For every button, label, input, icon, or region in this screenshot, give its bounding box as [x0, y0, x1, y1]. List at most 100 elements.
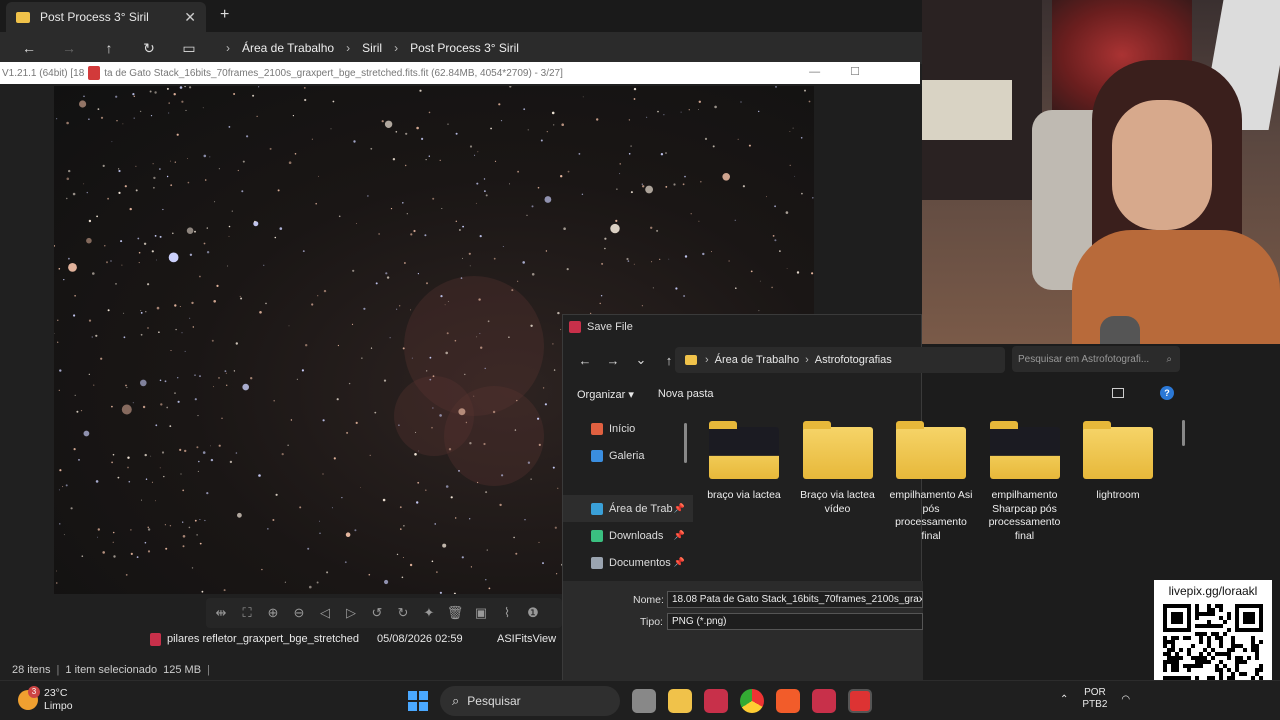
- organize-menu[interactable]: Organizar ▾: [577, 388, 634, 401]
- view-mode-icon[interactable]: [1112, 388, 1124, 398]
- folder-item[interactable]: braço via lactea: [701, 419, 787, 503]
- siril-image-toolbar: ⇹ ⛶ ⊕ ⊖ ◁ ▷ ↺ ↻ ✦ 🗑 ▣ ⌇ ❶: [206, 598, 562, 628]
- windows-start-icon[interactable]: [408, 691, 428, 711]
- breadcrumb-desktop[interactable]: Área de Trabalho: [242, 41, 334, 55]
- chrome-icon[interactable]: [740, 689, 764, 713]
- folder-item[interactable]: empilhamento Asi pós processamento final: [888, 419, 974, 543]
- taskbar-search[interactable]: ⌕ Pesquisar: [440, 686, 620, 716]
- help-icon[interactable]: ?: [1160, 386, 1174, 400]
- new-tab-button[interactable]: +: [220, 6, 229, 24]
- dialog-toolbar: Organizar ▾ Nova pasta: [563, 381, 921, 407]
- siril-app-icon: [88, 66, 101, 80]
- folder-label: empilhamento Asi pós processamento final: [889, 489, 973, 542]
- folder-grid: braço via lactea Braço via lactea vídeo em…: [701, 419, 1201, 579]
- search-icon: ⌕: [452, 693, 460, 708]
- dialog-search-input[interactable]: Pesquisar em Astrofotografi... ⌕: [1012, 346, 1180, 372]
- breadcrumb-siril[interactable]: Siril: [362, 41, 382, 55]
- breadcrumb-post-process[interactable]: Post Process 3° Siril: [410, 41, 519, 55]
- wifi-icon[interactable]: ◠: [1121, 694, 1130, 705]
- folder-icon: [1083, 421, 1153, 479]
- forward-arrow-icon[interactable]: →: [601, 353, 625, 368]
- item-count: 28 itens: [12, 664, 51, 676]
- back-arrow-icon[interactable]: ←: [14, 40, 44, 56]
- dialog-title: Save File: [587, 321, 633, 333]
- chevron-right-icon: ›: [705, 354, 709, 366]
- previous-icon[interactable]: ◁: [316, 604, 334, 622]
- folder-label: lightroom: [1096, 489, 1140, 501]
- up-arrow-icon[interactable]: ↑: [94, 40, 124, 56]
- chevron-down-icon[interactable]: ⌄: [629, 352, 653, 368]
- siril-file-title: ta de Gato Stack_16bits_70frames_2100s_g…: [104, 67, 563, 79]
- fit-window-icon[interactable]: ⛶: [238, 604, 256, 622]
- selection-count: 1 item selecionado: [65, 664, 158, 676]
- sidebar-item-label: Área de Trab: [609, 502, 673, 515]
- weather-widget[interactable]: 3 23°C Limpo: [18, 686, 73, 713]
- file-type: ASIFitsView: [497, 633, 557, 645]
- fit-width-icon[interactable]: ⇹: [212, 604, 230, 622]
- number-one-icon[interactable]: ❶: [524, 604, 542, 622]
- filename-field[interactable]: 18.08 Pata de Gato Stack_16bits_70frames…: [667, 591, 923, 608]
- sidebar-item[interactable]: Galeria: [563, 442, 693, 469]
- folder-icon: [802, 421, 873, 479]
- rotate-left-icon[interactable]: ↺: [368, 604, 386, 622]
- trash-icon[interactable]: 🗑: [446, 604, 464, 622]
- dialog-titlebar: Save File: [563, 315, 921, 339]
- tab-post-process[interactable]: Post Process 3° Siril ✕: [6, 2, 206, 32]
- location-icon: [591, 529, 603, 542]
- folder-label: Braço via lactea vídeo: [800, 489, 875, 515]
- save-icon[interactable]: ▣: [472, 604, 490, 622]
- navigation-bar: ← → ↑ ↻ ▭ › Área de Trabalho › Siril › P…: [0, 32, 922, 64]
- taskbar-apps: ⌕ Pesquisar: [408, 685, 872, 717]
- sidebar-item[interactable]: Área de Trab 📌: [563, 495, 693, 522]
- filename-label: Nome:: [633, 594, 664, 606]
- sidebar-scrollbar[interactable]: [684, 423, 687, 463]
- zoom-out-icon[interactable]: ⊖: [290, 604, 308, 622]
- next-icon[interactable]: ▷: [342, 604, 360, 622]
- forward-arrow-icon[interactable]: →: [54, 40, 84, 56]
- tab-title: Post Process 3° Siril: [40, 10, 149, 24]
- folder-item[interactable]: lightroom: [1075, 419, 1161, 503]
- sidebar-item-label: Documentos: [609, 556, 671, 569]
- sidebar-item[interactable]: Início: [563, 415, 693, 442]
- back-arrow-icon[interactable]: ←: [573, 353, 597, 368]
- file-explorer-icon[interactable]: [668, 689, 692, 713]
- folder-icon: [685, 355, 697, 365]
- window-controls[interactable]: —☐: [809, 65, 890, 78]
- address-bar[interactable]: › Área de Trabalho › Astrofotografias: [675, 347, 1005, 373]
- qr-url: livepix.gg/loraakl: [1168, 584, 1258, 598]
- chart-icon[interactable]: ⌇: [498, 604, 516, 622]
- sidebar-item-label: Início: [609, 422, 636, 435]
- folder-item[interactable]: Braço via lactea vídeo: [795, 419, 881, 516]
- brave-icon[interactable]: [776, 689, 800, 713]
- folder-label: empilhamento Sharpcap pós processamento …: [988, 489, 1061, 542]
- monitor-icon[interactable]: ▭: [174, 40, 204, 57]
- tab-bar: Post Process 3° Siril ✕ +: [0, 0, 922, 32]
- task-view-icon[interactable]: [632, 689, 656, 713]
- sidebar-item[interactable]: Documentos 📌: [563, 549, 693, 576]
- fits-app-icon[interactable]: [812, 689, 836, 713]
- chevron-up-icon[interactable]: ⌃: [1060, 694, 1068, 705]
- siril-taskbar-icon[interactable]: [848, 689, 872, 713]
- files-scrollbar[interactable]: [1182, 420, 1185, 446]
- language-indicator[interactable]: POR PTB2: [1082, 687, 1107, 711]
- close-tab-icon[interactable]: ✕: [184, 9, 196, 26]
- list-item[interactable]: pilares refletor_graxpert_bge_stretched …: [140, 630, 560, 648]
- zoom-in-icon[interactable]: ⊕: [264, 604, 282, 622]
- folder-item[interactable]: empilhamento Sharpcap pós processamento …: [982, 419, 1068, 543]
- webcam-overlay: [922, 0, 1280, 344]
- dialog-file-fields: Nome: 18.08 Pata de Gato Stack_16bits_70…: [563, 581, 923, 681]
- fits-viewer-icon[interactable]: [704, 689, 728, 713]
- explorer-statusbar: 28 itens | 1 item selecionado 125 MB |: [12, 664, 210, 676]
- address-astro[interactable]: Astrofotografias: [815, 354, 892, 366]
- rotate-right-icon[interactable]: ↻: [394, 604, 412, 622]
- new-folder-button[interactable]: Nova pasta: [658, 388, 714, 400]
- refresh-icon[interactable]: ↻: [134, 40, 164, 57]
- weather-condition: Limpo: [44, 700, 73, 712]
- file-date: 05/08/2026 02:59: [377, 633, 463, 645]
- address-desktop[interactable]: Área de Trabalho: [715, 354, 799, 366]
- star-icon[interactable]: ✦: [420, 604, 438, 622]
- sidebar-item[interactable]: Downloads 📌: [563, 522, 693, 549]
- chevron-right-icon: ›: [346, 41, 351, 55]
- type-select[interactable]: PNG (*.png): [667, 613, 923, 630]
- siril-version: V1.21.1 (64bit) [18: [2, 67, 85, 79]
